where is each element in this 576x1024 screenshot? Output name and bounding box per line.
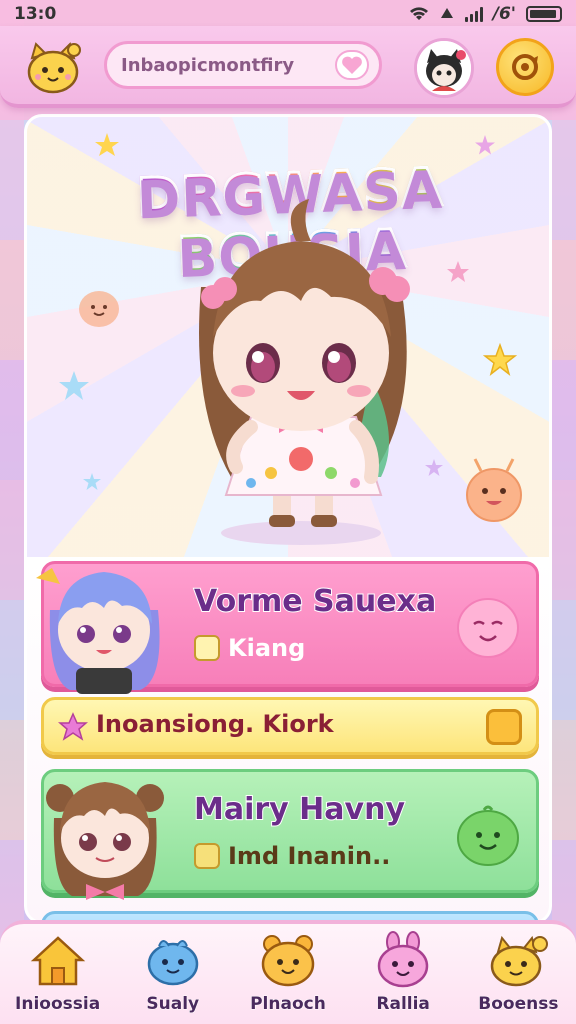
hero-character bbox=[199, 199, 410, 545]
star-sparkle-icon bbox=[59, 371, 89, 400]
list-item-green[interactable]: Mairy Havny Imd Inanin.. bbox=[41, 769, 539, 900]
star-sparkle-icon bbox=[83, 473, 101, 490]
brown-haired-girl-avatar bbox=[46, 782, 164, 900]
bottom-nav: Inioossia Sualy Plnaoch Rallia Booenss bbox=[0, 920, 576, 1024]
list-item-pink[interactable]: Vorme Sauexa Kiang bbox=[36, 561, 539, 694]
refresh-button[interactable] bbox=[496, 38, 554, 96]
profile-avatar[interactable] bbox=[414, 38, 474, 98]
nav-label: Sualy bbox=[146, 994, 200, 1015]
cat-avatar-icon bbox=[417, 41, 471, 95]
star-sparkle-icon bbox=[95, 133, 119, 156]
refresh-icon bbox=[512, 54, 538, 80]
nav-item-plnaoch[interactable]: Plnaoch bbox=[236, 930, 340, 1015]
signal-icon bbox=[464, 6, 483, 22]
orange-creature-icon bbox=[261, 935, 315, 987]
flower-icon[interactable] bbox=[486, 709, 522, 745]
battery-icon bbox=[526, 6, 562, 22]
star-icon bbox=[58, 712, 88, 741]
home-icon bbox=[30, 936, 85, 986]
search-text: Inbaopicmontfiry bbox=[121, 54, 295, 76]
item-title: Vorme Sauexa bbox=[193, 583, 437, 620]
top-bar: Inbaopicmontfiry bbox=[0, 26, 576, 108]
peach-blob-icon bbox=[79, 291, 119, 327]
item-subtitle-text: Imd Inanin.. bbox=[228, 842, 391, 870]
blue-creature-icon bbox=[147, 940, 199, 986]
nav-item-booenss[interactable]: Booenss bbox=[466, 930, 570, 1015]
nav-label: Booenss bbox=[478, 994, 559, 1015]
item-subtitle-text: Kiang bbox=[228, 634, 306, 662]
pink-blob-icon[interactable] bbox=[454, 594, 522, 660]
nav-label: Plnaoch bbox=[250, 994, 327, 1015]
item-label: Inoansiong. Kiork bbox=[96, 710, 334, 738]
list-item-yellow[interactable]: Inoansiong. Kiork bbox=[41, 697, 539, 755]
data-icon bbox=[440, 8, 453, 18]
blue-haired-girl-avatar bbox=[36, 568, 160, 694]
network-label: /6' bbox=[492, 4, 516, 24]
wifi-icon bbox=[409, 7, 428, 20]
badge-icon bbox=[194, 635, 220, 661]
green-blob-icon[interactable] bbox=[454, 802, 522, 868]
star-sparkle-icon bbox=[483, 343, 517, 376]
search-input[interactable]: Inbaopicmontfiry bbox=[104, 41, 382, 89]
nav-item-sualy[interactable]: Sualy bbox=[121, 930, 225, 1015]
orange-blob-icon bbox=[466, 458, 522, 522]
pink-bunny-icon bbox=[377, 931, 429, 988]
nav-label: Inioossia bbox=[15, 994, 101, 1015]
nav-item-rallia[interactable]: Rallia bbox=[351, 930, 455, 1015]
nav-item-home[interactable]: Inioossia bbox=[6, 930, 110, 1015]
badge-icon bbox=[194, 843, 220, 869]
star-sparkle-icon bbox=[475, 135, 495, 155]
item-subtitle: Kiang bbox=[194, 634, 305, 662]
status-icons: /6' bbox=[409, 4, 562, 24]
item-subtitle: Imd Inanin.. bbox=[194, 842, 390, 870]
heart-icon[interactable] bbox=[335, 50, 369, 80]
cat-mascot-icon[interactable] bbox=[24, 40, 82, 94]
nav-label: Rallia bbox=[376, 994, 431, 1015]
main-card: DRGWASA BOUSIA bbox=[24, 114, 552, 924]
status-time: 13:0 bbox=[14, 4, 57, 24]
yellow-mascot-icon bbox=[491, 935, 549, 987]
status-bar: 13:0 /6' bbox=[0, 0, 576, 28]
item-title: Mairy Havny bbox=[193, 791, 406, 828]
